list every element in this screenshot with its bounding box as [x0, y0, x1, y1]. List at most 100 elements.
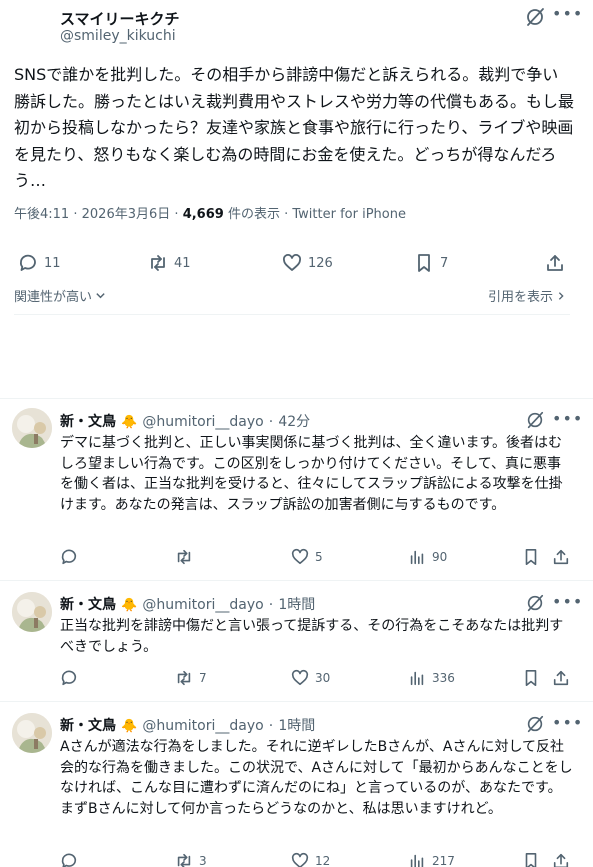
views-count: 217	[432, 854, 455, 867]
more-options-icon[interactable]: •••	[552, 409, 583, 428]
bookmark-button[interactable]	[522, 548, 540, 570]
views-label: 件の表示	[227, 207, 280, 222]
reply-count: 11	[44, 255, 61, 271]
heart-icon	[291, 852, 309, 867]
share-icon	[553, 670, 569, 686]
reply-button[interactable]	[60, 669, 84, 687]
share-icon	[553, 853, 569, 867]
post-text: SNSで誰かを批判した。その相手から誹謗中傷だと訴えられる。裁判で争い勝訴した。…	[14, 65, 575, 190]
share-icon	[553, 549, 569, 565]
reply-header: 新・文鳥 🐥 @humitori__dayo · 42分	[60, 411, 310, 431]
views-count: 336	[432, 671, 455, 685]
divider	[0, 398, 593, 399]
bookmark-icon	[525, 548, 537, 566]
meta-separator: ·	[268, 718, 274, 734]
reply-time[interactable]: 1時間	[278, 718, 315, 734]
author-name[interactable]: スマイリーキクチ	[60, 8, 180, 29]
reply-author-handle[interactable]: @humitori__dayo	[142, 414, 263, 430]
chick-badge-icon: 🐥	[121, 719, 138, 734]
like-button[interactable]: 5	[291, 548, 323, 566]
repost-button[interactable]	[175, 548, 199, 566]
views-button[interactable]: 90	[408, 548, 447, 566]
reply-header: 新・文鳥 🐥 @humitori__dayo · 1時間	[60, 594, 315, 614]
meta-separator: ·	[268, 597, 274, 613]
reply-author-name[interactable]: 新・文鳥	[60, 414, 116, 430]
bookmark-icon	[525, 669, 537, 687]
bookmark-button[interactable]: 7	[414, 253, 448, 273]
reply-button[interactable]	[60, 548, 84, 566]
author-handle[interactable]: @smiley_kikuchi	[60, 28, 176, 44]
views-button[interactable]: 336	[408, 669, 455, 687]
reply-icon	[20, 254, 36, 271]
analytics-icon	[410, 550, 424, 565]
more-options-icon[interactable]: •••	[552, 592, 583, 611]
bookmark-count: 7	[440, 255, 449, 271]
views-button[interactable]: 217	[408, 852, 455, 867]
repost-count: 41	[174, 255, 191, 271]
share-button[interactable]	[552, 669, 570, 691]
repost-button[interactable]: 41	[148, 253, 191, 273]
avatar[interactable]	[12, 592, 52, 632]
bookmark-icon	[418, 254, 430, 272]
reply-text: デマに基づく批判と、正しい事実関係に基づく批判は、全く違います。後者はむしろ望ま…	[60, 435, 563, 513]
heart-icon	[291, 548, 309, 565]
like-count: 30	[315, 671, 331, 685]
chick-badge-icon: 🐥	[121, 415, 138, 430]
sort-dropdown[interactable]: 関連性が高い	[14, 286, 106, 305]
divider	[0, 701, 593, 702]
views-count: 4,669	[182, 207, 224, 222]
bookmark-button[interactable]	[522, 852, 540, 867]
reply-button[interactable]: 11	[18, 253, 61, 273]
more-options-icon[interactable]: •••	[552, 4, 583, 23]
heart-icon	[291, 669, 309, 686]
post-meta: 午後4:11 · 2026年3月6日 · 4,669 件の表示 · Twitte…	[14, 203, 406, 222]
reply-header: 新・文鳥 🐥 @humitori__dayo · 1時間	[60, 715, 315, 735]
chevron-down-icon	[96, 293, 105, 299]
share-icon	[547, 255, 563, 271]
repost-count: 3	[199, 854, 207, 867]
repost-icon	[177, 670, 191, 686]
share-button[interactable]	[552, 852, 570, 867]
divider	[0, 580, 593, 581]
meta-separator: ·	[174, 207, 179, 222]
post-source: Twitter for iPhone	[292, 207, 406, 222]
reply-button[interactable]	[60, 852, 84, 867]
avatar[interactable]	[12, 408, 52, 448]
like-count: 12	[315, 854, 331, 867]
more-options-icon[interactable]: •••	[552, 713, 583, 732]
repost-icon	[151, 255, 165, 271]
avatar[interactable]	[12, 713, 52, 753]
like-button[interactable]: 126	[282, 253, 333, 273]
reply-time[interactable]: 42分	[278, 414, 310, 430]
share-button[interactable]	[545, 253, 565, 277]
heart-icon	[283, 254, 301, 271]
repost-button[interactable]: 3	[175, 852, 207, 867]
grok-icon[interactable]	[525, 714, 545, 738]
repost-button[interactable]: 7	[175, 669, 207, 687]
meta-separator: ·	[284, 207, 289, 222]
share-button[interactable]	[552, 548, 570, 570]
reply-author-name[interactable]: 新・文鳥	[60, 597, 116, 613]
grok-icon[interactable]	[525, 593, 545, 617]
bookmark-icon	[525, 852, 537, 867]
reply-author-handle[interactable]: @humitori__dayo	[142, 597, 263, 613]
post-time[interactable]: 午後4:11	[14, 207, 69, 222]
reply-author-handle[interactable]: @humitori__dayo	[142, 718, 263, 734]
bookmark-button[interactable]	[522, 669, 540, 691]
reply-time[interactable]: 1時間	[278, 597, 315, 613]
chevron-right-icon	[558, 291, 564, 300]
repost-icon	[177, 853, 191, 867]
post-date[interactable]: 2026年3月6日	[82, 207, 171, 222]
reply-author-name[interactable]: 新・文鳥	[60, 718, 116, 734]
meta-separator: ·	[268, 414, 274, 430]
views-count: 90	[432, 550, 448, 564]
view-quotes-link[interactable]: 引用を表示	[488, 286, 566, 305]
like-count: 5	[315, 550, 323, 564]
analytics-icon	[410, 854, 424, 867]
grok-icon[interactable]	[525, 410, 545, 434]
like-button[interactable]: 12	[291, 852, 330, 867]
grok-icon[interactable]	[524, 6, 546, 28]
like-button[interactable]: 30	[291, 669, 330, 687]
reply-icon	[61, 549, 77, 565]
meta-separator: ·	[73, 207, 78, 222]
